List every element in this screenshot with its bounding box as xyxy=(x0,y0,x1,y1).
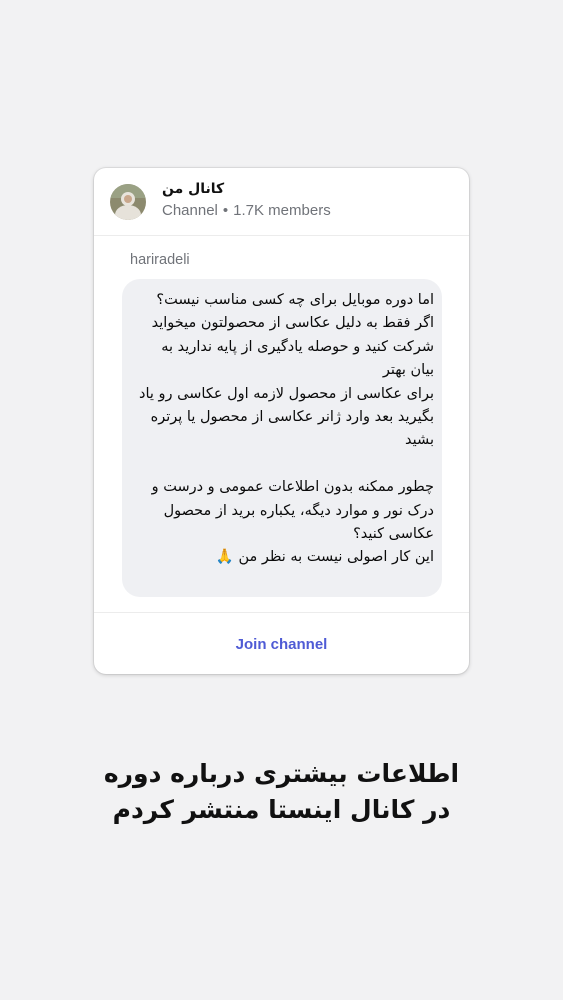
meta-separator: • xyxy=(222,202,229,219)
member-count: 1.7K members xyxy=(233,202,331,219)
channel-header[interactable]: کانال من Channel • 1.7K members xyxy=(94,168,469,236)
caption: اطلاعات بیشتری درباره دوره در کانال اینس… xyxy=(30,756,533,828)
message-bubble: اما دوره موبایل برای چه کسی مناسب نیست؟ … xyxy=(122,279,442,597)
channel-card: کانال من Channel • 1.7K members hariradeli… xyxy=(94,168,469,674)
caption-line-2: در کانال اینستا منتشر کردم xyxy=(112,795,451,824)
profile-photo-icon[interactable] xyxy=(110,184,146,220)
card-footer: Join channel xyxy=(94,612,469,674)
join-channel-button[interactable]: Join channel xyxy=(94,613,469,674)
caption-line-1: اطلاعات بیشتری درباره دوره xyxy=(103,759,460,788)
channel-meta: Channel • 1.7K members xyxy=(162,202,331,219)
message-sender: hariradeli xyxy=(130,252,190,268)
message-text: اما دوره موبایل برای چه کسی مناسب نیست؟ … xyxy=(139,292,434,566)
channel-type: Channel xyxy=(162,202,218,219)
channel-name[interactable]: کانال من xyxy=(162,181,224,197)
